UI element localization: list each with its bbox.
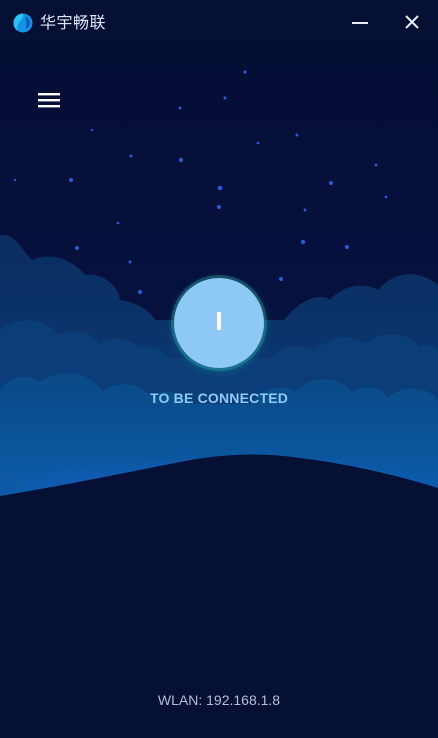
power-icon bbox=[217, 312, 221, 330]
globe-logo-icon bbox=[13, 13, 33, 33]
app-title: 华宇畅联 bbox=[40, 13, 107, 32]
close-icon bbox=[405, 15, 419, 29]
hamburger-menu-icon bbox=[38, 93, 60, 108]
network-info: WLAN: 192.168.1.8 bbox=[157, 692, 281, 708]
connection-status: TO BE CONNECTED bbox=[149, 390, 289, 406]
night-sky-scene bbox=[0, 0, 438, 738]
connect-button[interactable] bbox=[174, 278, 264, 368]
title-bar: 华宇畅联 bbox=[0, 0, 438, 44]
minimize-icon bbox=[352, 22, 368, 24]
close-button[interactable] bbox=[398, 8, 426, 36]
minimize-button[interactable] bbox=[346, 8, 374, 36]
app-window: 华宇畅联 TO BE CONNECTED WLAN: 192.168.1.8 bbox=[0, 0, 438, 738]
menu-button[interactable] bbox=[34, 86, 64, 114]
